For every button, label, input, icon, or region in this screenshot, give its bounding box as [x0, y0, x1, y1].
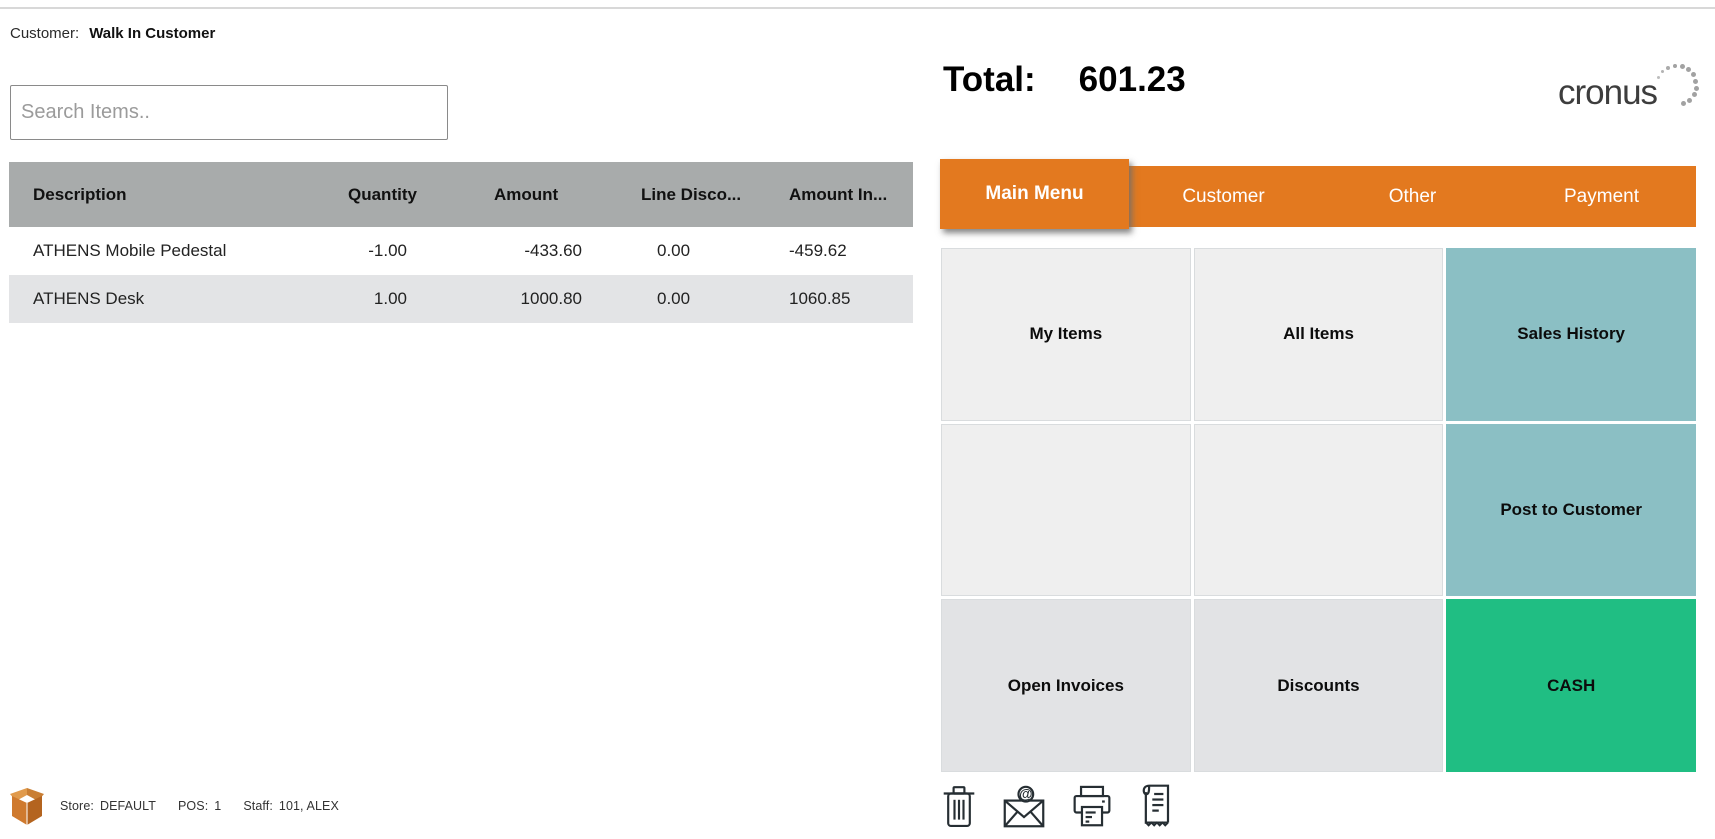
tab-other[interactable]: Other — [1318, 166, 1507, 227]
cell-quantity[interactable]: -1.00 — [348, 227, 429, 275]
pos-label: POS: — [178, 799, 209, 813]
col-description: Description — [9, 162, 348, 227]
col-line-discount: Line Disco... — [582, 162, 789, 227]
box-icon — [10, 788, 44, 825]
cell-line-discount[interactable]: 0.00 — [582, 275, 789, 323]
store-value: DEFAULT — [99, 799, 156, 813]
menu-button-my-items[interactable]: My Items — [941, 248, 1191, 421]
customer-line: Customer: Walk In Customer — [10, 25, 215, 42]
cell-amount-incl[interactable]: -459.62 — [789, 227, 913, 275]
action-icon-row: @ — [941, 782, 1174, 830]
tab-payment[interactable]: Payment — [1507, 166, 1696, 227]
svg-text:@: @ — [1019, 787, 1032, 802]
delete-icon[interactable] — [941, 784, 977, 830]
cell-amount[interactable]: 1000.80 — [429, 275, 582, 323]
menu-button-discounts[interactable]: Discounts — [1193, 599, 1444, 772]
cell-line-discount[interactable]: 0.00 — [582, 227, 789, 275]
tab-main-menu[interactable]: Main Menu — [940, 159, 1129, 229]
status-text: Store: DEFAULT POS: 1 Staff: 101, ALEX — [60, 799, 361, 813]
cell-quantity[interactable]: 1.00 — [348, 275, 429, 323]
top-divider — [0, 7, 1715, 9]
menu-button-sales-history[interactable]: Sales History — [1446, 248, 1696, 421]
cell-description[interactable]: ATHENS Mobile Pedestal — [9, 227, 348, 275]
menu-button-all-items[interactable]: All Items — [1193, 248, 1444, 421]
receipt-icon[interactable] — [1138, 782, 1174, 830]
menu-button-post-to-customer[interactable]: Post to Customer — [1446, 423, 1696, 597]
store-label: Store: — [60, 799, 94, 813]
sale-lines-table: Description Quantity Amount Line Disco..… — [9, 162, 913, 323]
staff-label: Staff: — [243, 799, 273, 813]
table-row[interactable]: ATHENS Mobile Pedestal -1.00 -433.60 0.0… — [9, 227, 913, 275]
menu-button-open-invoices[interactable]: Open Invoices — [941, 599, 1191, 772]
dotted-arc-icon — [1652, 60, 1699, 106]
email-icon[interactable]: @ — [1002, 784, 1046, 830]
cell-amount[interactable]: -433.60 — [429, 227, 582, 275]
col-quantity: Quantity — [348, 162, 429, 227]
menu-button-grid: My Items All Items Sales History Post to… — [941, 248, 1696, 772]
pos-tab-bar: Main Menu Customer Other Payment — [940, 159, 1696, 229]
cronus-logo: cronus — [1558, 60, 1708, 112]
staff-value: 101, ALEX — [278, 799, 339, 813]
total-row: Total: 601.23 — [943, 60, 1186, 100]
pos-value: 1 — [214, 799, 222, 813]
menu-button-empty-2 — [1193, 423, 1444, 597]
table-row[interactable]: ATHENS Desk 1.00 1000.80 0.00 1060.85 — [9, 275, 913, 323]
customer-label: Customer: — [10, 25, 80, 42]
tab-customer[interactable]: Customer — [1129, 166, 1318, 227]
print-icon[interactable] — [1071, 784, 1113, 830]
cell-amount-incl[interactable]: 1060.85 — [789, 275, 913, 323]
col-amount: Amount — [429, 162, 582, 227]
search-input[interactable] — [10, 85, 448, 140]
cell-description[interactable]: ATHENS Desk — [9, 275, 348, 323]
total-value: 601.23 — [1078, 60, 1186, 99]
status-bar: Store: DEFAULT POS: 1 Staff: 101, ALEX — [8, 785, 361, 827]
total-label: Total: — [943, 60, 1036, 99]
menu-button-cash[interactable]: CASH — [1446, 599, 1696, 772]
customer-name: Walk In Customer — [89, 25, 216, 42]
table-header-row: Description Quantity Amount Line Disco..… — [9, 162, 913, 227]
menu-button-empty-1 — [941, 423, 1191, 597]
col-amount-incl: Amount In... — [789, 162, 913, 227]
